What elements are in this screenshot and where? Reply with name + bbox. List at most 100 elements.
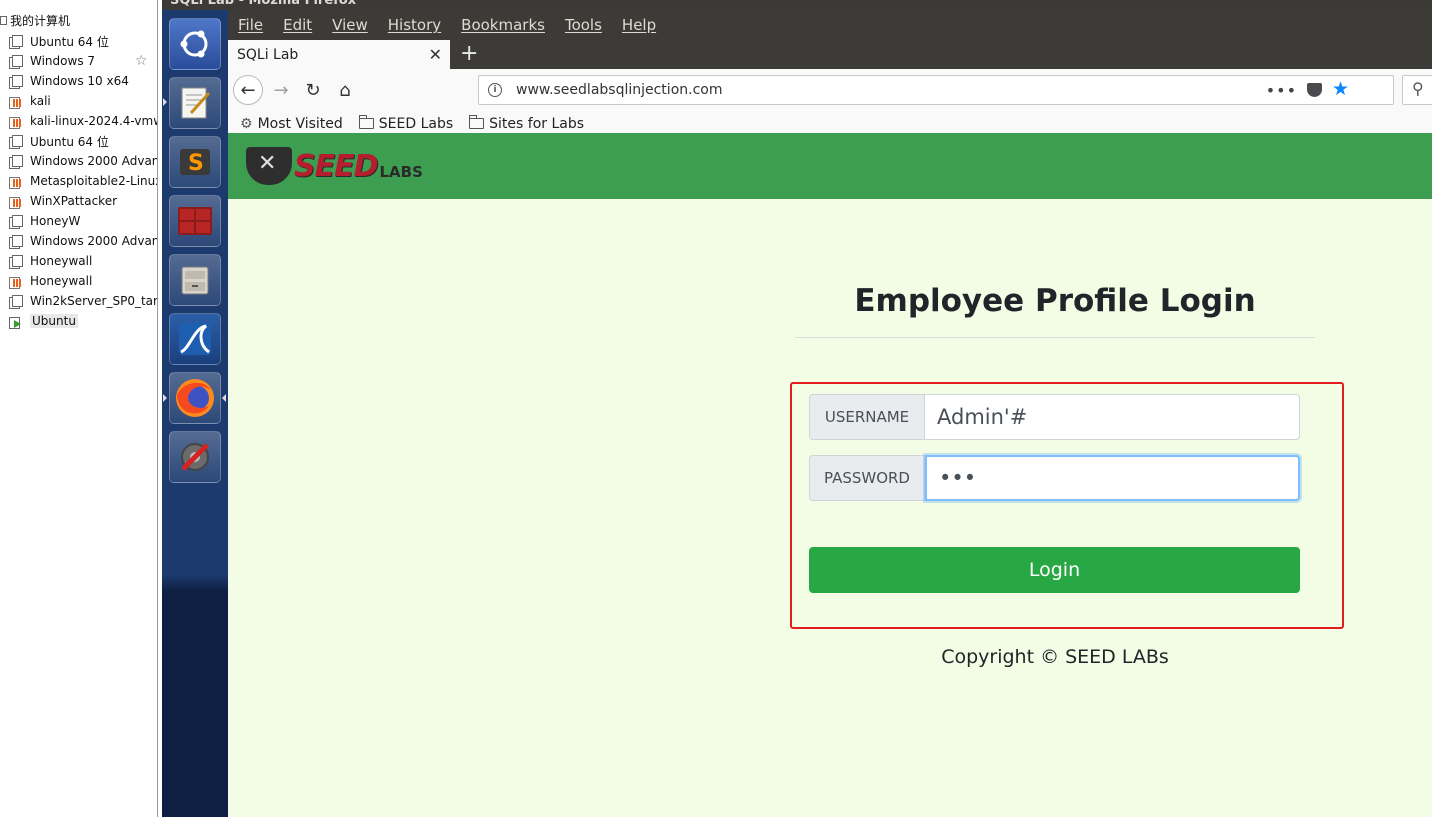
wireshark-icon[interactable] <box>169 313 221 365</box>
username-row: USERNAME Admin'# <box>809 394 1300 440</box>
forward-icon[interactable]: → <box>266 75 296 105</box>
vm-item-label: Honeywall <box>30 254 93 268</box>
vm-item[interactable]: Honeywall <box>9 251 157 271</box>
copyright-text: Copyright © SEED LABs <box>941 646 1169 668</box>
vm-item-label: Ubuntu <box>30 314 78 328</box>
vm-item-label: Windows 10 x64 <box>30 74 129 88</box>
expand-box-icon[interactable] <box>0 16 7 25</box>
vm-item[interactable]: Metasploitable2-Linux <box>9 171 157 191</box>
new-tab-icon[interactable]: + <box>460 41 478 66</box>
bookmark-seed-labs[interactable]: SEED Labs <box>358 115 454 132</box>
menu-bar: File Edit View History Bookmarks Tools H… <box>228 10 1432 40</box>
reload-icon[interactable]: ↻ <box>298 75 328 105</box>
vm-running-icon <box>9 275 22 289</box>
vm-item-selected[interactable]: Ubuntu <box>9 311 157 331</box>
file-manager-icon[interactable] <box>169 254 221 306</box>
search-icon: ⚲ <box>1412 79 1424 98</box>
bookmark-sites-for-labs[interactable]: Sites for Labs <box>469 115 585 132</box>
vm-item[interactable]: kali <box>9 91 157 111</box>
page-actions-icon[interactable]: ••• <box>1266 81 1297 100</box>
vm-running-icon <box>9 175 22 189</box>
menu-bookmarks[interactable]: Bookmarks <box>461 16 545 34</box>
favorite-star-icon[interactable]: ☆ <box>135 53 148 69</box>
vm-item-label: Windows 7 <box>30 54 96 68</box>
menu-help[interactable]: Help <box>622 16 656 34</box>
ubuntu-dash-icon[interactable] <box>169 18 221 70</box>
vm-icon <box>9 134 23 149</box>
username-label: USERNAME <box>809 394 925 440</box>
vm-item[interactable]: Windows 2000 Advanc <box>9 151 157 171</box>
home-icon[interactable]: ⌂ <box>330 75 360 105</box>
vm-icon <box>9 214 23 229</box>
close-tab-icon[interactable]: ✕ <box>429 45 442 64</box>
vm-item[interactable]: Ubuntu 64 位 <box>9 31 157 51</box>
firefox-icon[interactable] <box>169 372 221 424</box>
terminal-icon[interactable] <box>169 195 221 247</box>
text-editor-icon[interactable] <box>169 77 221 129</box>
menu-edit[interactable]: Edit <box>283 16 312 34</box>
tab-sqli-lab[interactable]: SQLi Lab ✕ <box>228 40 450 69</box>
vm-item[interactable]: Windows 2000 Advanc <box>9 231 157 251</box>
pocket-icon[interactable] <box>1307 83 1322 97</box>
window-title-bar: SQLi Lab - Mozilla Firefox <box>162 0 1432 10</box>
bookmark-most-visited[interactable]: ⚙ Most Visited <box>240 116 343 132</box>
navigation-toolbar: ← → ↻ ⌂ i www.seedlabsqlinjection.com ••… <box>228 69 1432 112</box>
login-button[interactable]: Login <box>809 547 1300 593</box>
svg-text:S: S <box>188 151 204 176</box>
site-info-icon[interactable]: i <box>488 83 502 97</box>
window-title: SQLi Lab - Mozilla Firefox <box>170 0 357 8</box>
password-row: PASSWORD ••• <box>809 455 1300 501</box>
system-settings-icon[interactable] <box>169 431 221 483</box>
vm-item[interactable]: WinXPattacker <box>9 191 157 211</box>
vm-icon <box>9 254 23 269</box>
vm-icon <box>9 294 23 309</box>
vm-item[interactable]: Ubuntu 64 位 <box>9 131 157 151</box>
back-icon[interactable]: ← <box>233 75 263 105</box>
username-input[interactable]: Admin'# <box>925 394 1300 440</box>
vm-library-root-label: 我的计算机 <box>10 14 71 28</box>
vm-item-label: kali-linux-2024.4-vmwa <box>30 114 158 128</box>
vm-icon <box>9 154 23 169</box>
seed-labs-logo[interactable]: SEED LABS <box>246 147 423 185</box>
folder-icon <box>469 115 485 129</box>
vm-icon <box>9 34 23 49</box>
vm-item-label: Ubuntu 64 位 <box>30 34 109 49</box>
vm-item-label: kali <box>30 94 51 108</box>
page-title: Employee Profile Login <box>854 283 1256 319</box>
password-input[interactable]: ••• <box>925 455 1300 501</box>
vm-running-icon <box>9 115 22 129</box>
vm-item-label: Ubuntu 64 位 <box>30 134 109 149</box>
vm-item[interactable]: Windows 10 x64 <box>9 71 157 91</box>
bookmark-label: Sites for Labs <box>489 115 585 132</box>
unity-launcher: S <box>162 10 228 817</box>
vm-library-root[interactable]: 我的计算机 <box>0 12 70 29</box>
menu-tools[interactable]: Tools <box>565 16 602 34</box>
vm-item[interactable]: HoneyW <box>9 211 157 231</box>
firefox-window: File Edit View History Bookmarks Tools H… <box>228 10 1432 817</box>
bookmark-star-icon[interactable]: ★ <box>1332 78 1349 100</box>
search-box[interactable]: ⚲ <box>1402 75 1432 105</box>
vm-item-label: HoneyW <box>30 214 81 228</box>
bookmark-label: SEED Labs <box>378 115 454 132</box>
vm-item[interactable]: Win2kServer_SP0_targ <box>9 291 158 311</box>
url-bar[interactable]: i www.seedlabsqlinjection.com ••• ★ <box>478 75 1394 105</box>
vm-list: Ubuntu 64 位 Windows 7 Windows 10 x64 kal… <box>9 31 158 331</box>
vm-item-label: Win2kServer_SP0_targ <box>30 294 158 308</box>
vm-powered-on-icon <box>9 315 22 329</box>
vm-running-icon <box>9 95 22 109</box>
sublime-text-icon[interactable]: S <box>169 136 221 188</box>
menu-history[interactable]: History <box>388 16 441 34</box>
logo-shield-icon <box>246 147 292 185</box>
menu-file[interactable]: File <box>238 16 263 34</box>
logo-sub-text: LABS <box>379 163 423 181</box>
vm-running-icon <box>9 195 22 209</box>
bookmark-label: Most Visited <box>257 115 343 132</box>
vm-item[interactable]: Honeywall <box>9 271 157 291</box>
vm-icon <box>9 74 23 89</box>
vm-item[interactable]: kali-linux-2024.4-vmwa <box>9 111 158 131</box>
launcher-indicator <box>163 98 167 106</box>
menu-view[interactable]: View <box>332 16 368 34</box>
vm-item-label: Honeywall <box>30 274 93 288</box>
tab-bar: SQLi Lab ✕ + <box>228 40 1432 69</box>
url-text[interactable]: www.seedlabsqlinjection.com <box>516 82 722 98</box>
